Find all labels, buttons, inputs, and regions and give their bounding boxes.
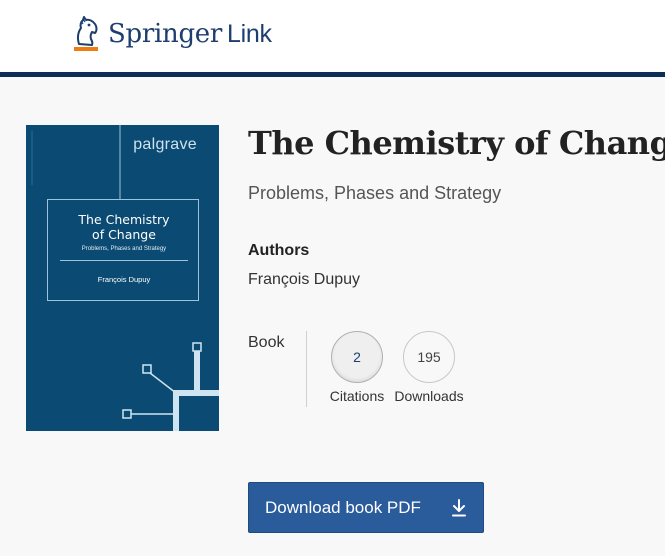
cover-title-box: The Chemistry of Change Problems, Phases… (47, 199, 199, 301)
cover-title-line1: The Chemistry (78, 212, 170, 227)
springer-horse-icon (74, 16, 98, 51)
download-arrow-icon (452, 499, 466, 517)
downloads-count: 195 (403, 331, 455, 383)
authors-heading: Authors (248, 242, 310, 259)
cover-author: François Dupuy (97, 275, 151, 284)
cover-publisher: palgrave (133, 136, 197, 153)
book-title: The Chemistry of Change (248, 124, 665, 162)
logo-wordmark: Springer Link (108, 21, 272, 47)
cover-divider (60, 260, 188, 261)
cover-title-line2: of Change (92, 227, 156, 242)
logo-brand: Springer (108, 19, 223, 49)
book-cover[interactable]: palgrave The Chemistry of Change Problem… (26, 125, 219, 431)
header-divider (0, 72, 665, 77)
downloads-metric: 195 Downloads (389, 331, 469, 404)
content-type-label: Book (248, 334, 285, 351)
metrics-divider (306, 331, 307, 407)
download-pdf-label: Download book PDF (265, 497, 421, 517)
site-header: Springer Link (0, 0, 665, 74)
cover-title: The Chemistry of Change (48, 212, 200, 242)
citations-label: Citations (329, 388, 385, 404)
cover-subtitle: Problems, Phases and Strategy (81, 246, 167, 252)
citations-count[interactable]: 2 (331, 331, 383, 383)
citations-metric[interactable]: 2 Citations (317, 331, 397, 404)
book-subtitle: Problems, Phases and Strategy (248, 183, 502, 203)
author-link[interactable]: François Dupuy (248, 271, 360, 289)
logo-suffix: Link (227, 20, 272, 48)
downloads-label: Downloads (394, 388, 464, 404)
springer-link-logo[interactable]: Springer Link (70, 14, 272, 54)
download-pdf-button[interactable]: Download book PDF (248, 482, 484, 533)
